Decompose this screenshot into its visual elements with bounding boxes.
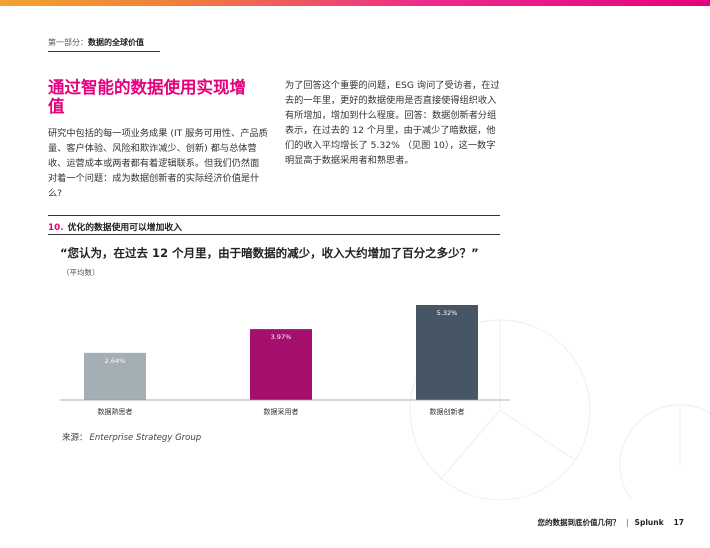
revenue-bar-chart: 2.64% 3.97% 5.32% 数据熟思者 数据采用者 数据创新者 [60,305,510,416]
category-label-2: 数据采用者 [264,407,299,416]
footer-title: 您的数据到底价值几何？ [537,518,621,527]
source-label: 来源： [62,433,88,443]
bar-value-label-3: 5.32% [437,309,458,317]
section-rule [48,215,500,216]
chart-question: “您认为，在过去 12 个月里，由于暗数据的减少，收入大约增加了百分之多少？” [60,246,479,260]
chart-subtitle: （平均数） [62,268,100,277]
page-title: 通过智能的数据使用实现增值 [48,78,246,116]
figure-label: 10. 优化的数据使用可以增加收入 [48,220,182,233]
bar-value-label-2: 3.97% [271,333,292,341]
breadcrumb: 第一部分：数据的全球价值 [48,37,144,48]
category-label-3: 数据创新者 [430,407,465,416]
page-footer: 您的数据到底价值几何？ | Splunk 17 [538,517,684,528]
bar-value-label-1: 2.64% [105,357,126,365]
breadcrumb-rule [48,51,160,52]
breadcrumb-title: 数据的全球价值 [88,38,144,47]
bar-3 [416,305,478,400]
footer-separator: | [626,518,629,527]
source-note: 来源： Enterprise Strategy Group [62,431,201,443]
footer-brand: Splunk [634,518,664,527]
category-label-1: 数据熟思者 [98,407,133,416]
figure-title: 优化的数据使用可以增加收入 [67,223,182,233]
breadcrumb-section: 第一部分： [48,38,88,47]
figure-number: 10. [48,223,64,233]
figure-rule [48,234,500,235]
page-number: 17 [673,518,684,527]
intro-paragraph-left: 研究中包括的每一项业务成果 (IT 服务可用性、产品质量、客户体验、风险和欺诈减… [48,128,268,199]
top-gradient-bar [0,0,710,6]
intro-paragraph-right: 为了回答这个重要的问题，ESG 询问了受访者，在过去的一年里，更好的数据使用是否… [285,80,500,166]
source-text: Enterprise Strategy Group [89,433,202,443]
